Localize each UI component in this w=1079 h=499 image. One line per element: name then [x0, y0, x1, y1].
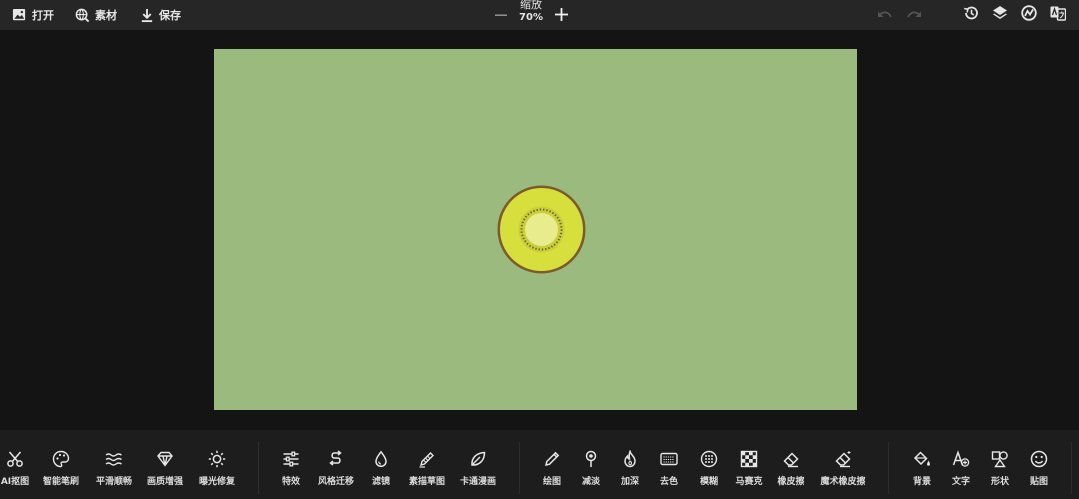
shapes-icon — [991, 451, 1008, 468]
open-label: 打开 — [32, 9, 54, 22]
ai-cutout-tool[interactable]: AI抠图 — [0, 450, 38, 487]
zoom-out-button[interactable] — [494, 5, 508, 25]
toolbar-divider — [1071, 442, 1072, 494]
open-button[interactable]: 打开 — [12, 0, 54, 30]
assets-label: 素材 — [95, 9, 117, 22]
magic-eraser-tool[interactable]: 魔术橡皮擦 — [813, 450, 873, 487]
exposure-fix-label: 曝光修复 — [198, 477, 235, 487]
lighten-icon — [585, 450, 597, 467]
layers-button[interactable] — [991, 6, 1009, 24]
layers-icon — [992, 5, 1008, 25]
filter-label: 滤镜 — [371, 477, 390, 487]
waves-icon — [105, 453, 122, 466]
filter-tool[interactable]: 滤镜 — [358, 450, 404, 487]
toolbar-divider — [888, 442, 889, 494]
eraser-label: 橡皮擦 — [777, 477, 805, 487]
smiley-icon — [1030, 450, 1048, 468]
palette-icon — [52, 450, 70, 468]
ai-cutout-label: AI抠图 — [0, 477, 30, 487]
desaturate-label: 去色 — [659, 477, 678, 487]
kiwi-sticker[interactable] — [496, 184, 587, 275]
toolbar-divider — [258, 442, 259, 494]
download-icon — [140, 8, 154, 23]
scissors-icon — [7, 451, 23, 467]
desaturate-icon — [660, 452, 678, 466]
leaf-icon — [471, 451, 486, 466]
sun-icon — [208, 450, 226, 468]
zoom-in-button[interactable] — [553, 5, 569, 25]
zoom-value: 70% — [519, 12, 543, 23]
kiwi-slice-icon — [497, 185, 586, 274]
diamond-icon — [157, 451, 173, 467]
undo-icon — [877, 6, 893, 25]
blur-label: 模糊 — [699, 477, 718, 487]
toolbar-divider — [519, 442, 520, 494]
history-button[interactable] — [962, 6, 980, 24]
cartoon-tool[interactable]: 卡通漫画 — [455, 450, 501, 487]
enhance-tool[interactable]: 画质增强 — [142, 450, 188, 487]
redo-button[interactable] — [905, 6, 923, 24]
text-add-icon — [952, 450, 970, 467]
eraser-tool[interactable]: 橡皮擦 — [768, 450, 814, 487]
background-label: 背景 — [912, 477, 931, 487]
eraser-icon — [783, 452, 799, 468]
style-transfer-label: 风格迁移 — [317, 477, 354, 487]
exposure-fix-tool[interactable]: 曝光修复 — [194, 450, 240, 487]
droplet-icon — [375, 450, 387, 468]
zoom-title: 缩放 — [520, 0, 542, 11]
mosaic-label: 马赛克 — [735, 477, 763, 487]
globe-search-icon — [75, 8, 90, 23]
save-button[interactable]: 保存 — [140, 0, 181, 30]
sticker-tool[interactable]: 贴图 — [1016, 450, 1062, 487]
style-transfer-icon — [329, 450, 342, 466]
smooth-tool[interactable]: 平滑顺畅 — [91, 450, 137, 487]
magic-eraser-label: 魔术橡皮擦 — [820, 477, 866, 487]
translate-icon — [1050, 5, 1067, 25]
smooth-label: 平滑顺畅 — [95, 477, 132, 487]
mosaic-icon — [740, 450, 758, 468]
image-icon — [12, 8, 27, 23]
plus-icon — [554, 6, 568, 25]
smart-brush-label: 智能笔刷 — [42, 477, 79, 487]
shape-label: 形状 — [990, 477, 1009, 487]
sketch-tool[interactable]: 素描草图 — [404, 450, 450, 487]
sketch-label: 素描草图 — [408, 477, 445, 487]
sliders-icon — [283, 451, 299, 467]
magic-eraser-icon — [835, 451, 851, 468]
style-transfer-tool[interactable]: 风格迁移 — [313, 450, 359, 487]
bottom-toolbar: AI抠图 智能笔刷 平滑顺畅 画质增强 曝光修复 特效 风格迁移 滤镜 素描草图… — [0, 430, 1079, 499]
paint-bucket-icon — [913, 451, 930, 466]
translate-button[interactable] — [1049, 6, 1067, 24]
redo-icon — [906, 6, 922, 25]
pencil-sketch-icon — [419, 452, 434, 468]
flame-icon — [624, 450, 636, 468]
minus-icon — [495, 6, 507, 25]
text-label: 文字 — [951, 477, 970, 487]
sticker-label: 贴图 — [1029, 477, 1048, 487]
cartoon-label: 卡通漫画 — [459, 477, 496, 487]
effects-tool[interactable]: 特效 — [268, 450, 314, 487]
darken-label: 加深 — [620, 477, 639, 487]
smart-brush-tool[interactable]: 智能笔刷 — [38, 450, 84, 487]
pencil-icon — [545, 451, 560, 466]
mosaic-tool[interactable]: 马赛克 — [726, 450, 772, 487]
undo-button[interactable] — [876, 6, 894, 24]
assets-button[interactable]: 素材 — [75, 0, 117, 30]
save-label: 保存 — [159, 9, 181, 22]
lighten-label: 减淡 — [581, 477, 600, 487]
filter-button[interactable] — [1020, 5, 1038, 25]
draw-label: 绘图 — [542, 477, 561, 487]
filter-icon — [1021, 5, 1037, 25]
blur-icon — [700, 450, 718, 468]
top-toolbar: 打开 素材 保存 缩放 70% — [0, 0, 1079, 30]
history-icon — [963, 5, 979, 25]
effects-label: 特效 — [281, 477, 300, 487]
enhance-label: 画质增强 — [146, 477, 183, 487]
zoom-indicator: 缩放 70% — [514, 0, 548, 24]
